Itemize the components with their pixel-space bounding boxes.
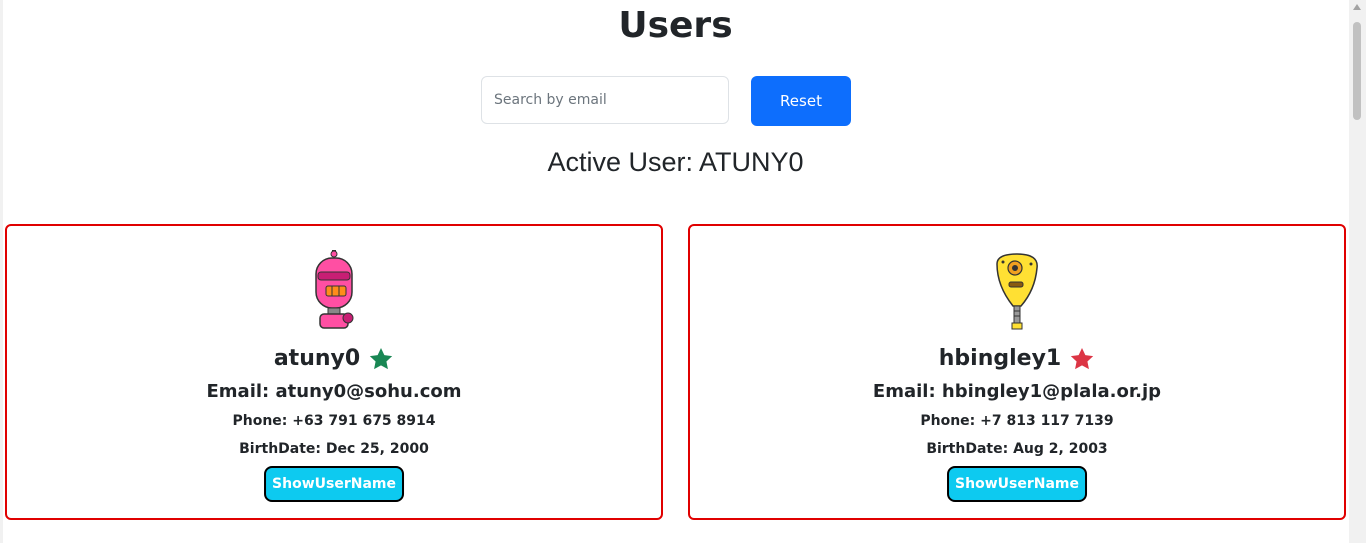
username-row: hbingley1 (690, 344, 1344, 374)
yellow-robot-avatar (996, 253, 1038, 330)
user-email: Email: atuny0@sohu.com (206, 381, 462, 402)
user-card-hbingley1: hbingley1 Email: hbingley1@plala.or.jp P… (688, 224, 1346, 520)
user-card-atuny0: atuny0 Email: atuny0@sohu.com Phone: +63… (5, 224, 663, 520)
user-phone: Phone: +63 791 675 8914 (232, 413, 436, 429)
search-input[interactable] (481, 76, 729, 124)
username-row: atuny0 (7, 344, 661, 374)
main-content: Users Reset Active User: ATUNY0 atuny0 (3, 0, 1348, 543)
scrollbar-thumb[interactable] (1353, 22, 1361, 120)
user-birthdate: BirthDate: Aug 2, 2003 (926, 441, 1108, 457)
username: atuny0 (273, 346, 361, 371)
show-username-button[interactable]: ShowUserName (947, 466, 1087, 502)
page-title: Users (618, 5, 733, 46)
user-email: Email: hbingley1@plala.or.jp (872, 381, 1162, 402)
user-birthdate: BirthDate: Dec 25, 2000 (239, 441, 429, 457)
scroll-up-arrow-icon[interactable] (1353, 4, 1361, 10)
user-phone: Phone: +7 813 117 7139 (920, 413, 1114, 429)
show-username-button[interactable]: ShowUserName (264, 466, 404, 502)
reset-button[interactable]: Reset (751, 76, 851, 126)
star-icon (1071, 347, 1094, 370)
vertical-scrollbar[interactable] (1349, 0, 1366, 543)
active-user-label: Active User: ATUNY0 (547, 147, 804, 177)
pink-robot-avatar (315, 250, 354, 329)
star-icon (370, 347, 393, 370)
username: hbingley1 (938, 346, 1062, 371)
page: Users Reset Active User: ATUNY0 atuny0 (0, 0, 1366, 543)
